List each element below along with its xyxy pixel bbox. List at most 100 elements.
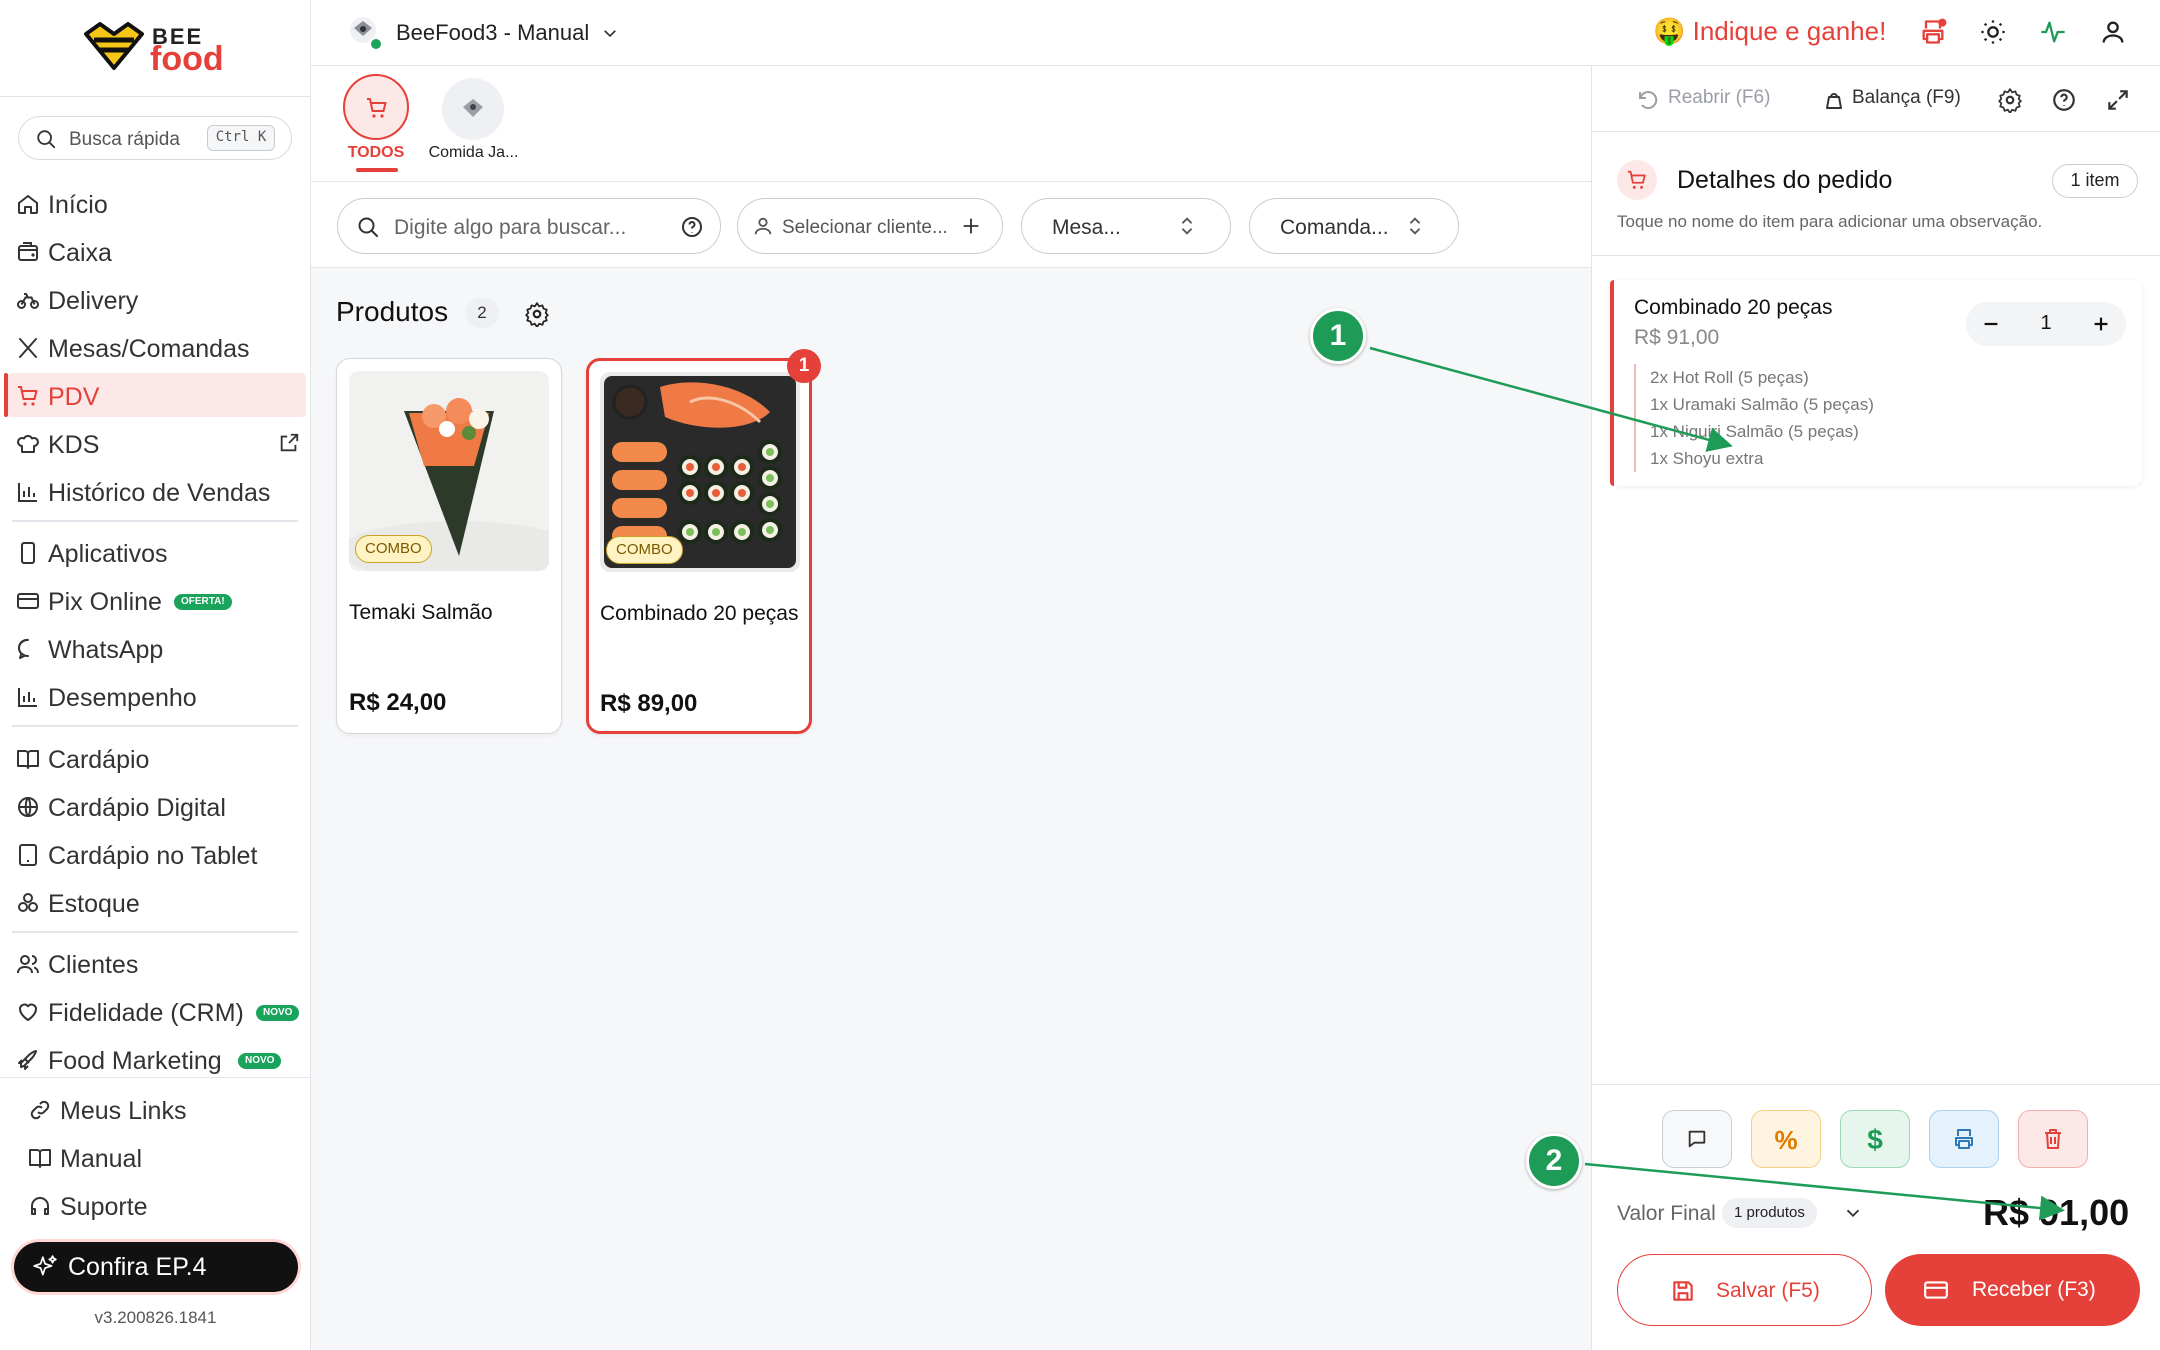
scale-button[interactable]: Balança (F9) bbox=[1852, 87, 1961, 109]
promo-button[interactable]: Confira EP.4 bbox=[14, 1242, 298, 1292]
printer-icon bbox=[1922, 18, 1947, 44]
sushi-logo-icon bbox=[350, 17, 383, 50]
nav-item-whatsapp[interactable]: WhatsApp bbox=[8, 626, 306, 670]
print-button[interactable] bbox=[1929, 1110, 1999, 1168]
plus-icon[interactable] bbox=[960, 215, 982, 237]
store-selector[interactable]: BeeFood3 - Manual bbox=[396, 20, 589, 46]
order-cart-badge bbox=[1617, 160, 1657, 200]
product-search-input[interactable]: Digite algo para buscar... bbox=[337, 198, 721, 254]
nav-label: Aplicativos bbox=[48, 540, 168, 568]
annotation-marker: 1 bbox=[1310, 308, 1366, 364]
nav-item-historico-vendas[interactable]: Histórico de Vendas bbox=[8, 469, 306, 513]
gear-icon[interactable] bbox=[1997, 87, 2023, 113]
user-icon bbox=[754, 217, 772, 235]
nav-item-cardapio[interactable]: Cardápio bbox=[8, 736, 306, 780]
cash-register-icon bbox=[18, 242, 38, 261]
order-item-name[interactable]: Combinado 20 peças bbox=[1634, 296, 1832, 320]
surcharge-button[interactable]: $ bbox=[1840, 1110, 1910, 1168]
product-count-pill: 1 produtos bbox=[1722, 1198, 1817, 1228]
order-item[interactable]: Combinado 20 peças R$ 91,00 2x Hot Roll … bbox=[1610, 280, 2142, 486]
nav-item-suporte[interactable]: Suporte bbox=[20, 1183, 318, 1227]
card-icon bbox=[17, 593, 39, 609]
client-select[interactable]: Selecionar cliente... bbox=[737, 198, 1003, 254]
users-icon bbox=[17, 955, 39, 974]
tab-placeholder: Comanda... bbox=[1280, 216, 1389, 239]
nav-item-aplicativos[interactable]: Aplicativos bbox=[8, 530, 306, 574]
nav-label: Clientes bbox=[48, 951, 139, 979]
product-card-selected[interactable]: COMBO Combinado 20 peças R$ 89,00 bbox=[586, 358, 812, 734]
help-icon[interactable] bbox=[680, 215, 704, 239]
comment-icon bbox=[1688, 1130, 1706, 1148]
sparkles-icon bbox=[33, 1255, 57, 1276]
reopen-button[interactable]: Reabrir (F6) bbox=[1668, 87, 1770, 109]
user-icon bbox=[2102, 21, 2124, 43]
percent-icon: % bbox=[1774, 1125, 1798, 1155]
nav-item-manual[interactable]: Manual bbox=[20, 1135, 318, 1179]
tab-select[interactable]: Comanda... bbox=[1249, 198, 1459, 254]
nav-item-estoque[interactable]: Estoque bbox=[8, 880, 306, 924]
modifier: 1x Shoyu extra bbox=[1650, 449, 1764, 468]
divider bbox=[12, 931, 298, 933]
receive-button[interactable]: Receber (F3) bbox=[1885, 1254, 2140, 1326]
nav-item-desempenho[interactable]: Desempenho bbox=[8, 674, 306, 718]
nav-item-caixa[interactable]: Caixa bbox=[8, 229, 306, 273]
profile-button[interactable] bbox=[2099, 18, 2127, 46]
order-item-price: R$ 91,00 bbox=[1634, 326, 1720, 349]
nav-item-fidelidade[interactable]: Fidelidade (CRM) NOVO bbox=[8, 989, 306, 1033]
store-logo[interactable] bbox=[347, 14, 383, 50]
help-icon[interactable] bbox=[2051, 87, 2077, 113]
nav-label: Histórico de Vendas bbox=[48, 479, 271, 507]
category-all-button[interactable] bbox=[343, 74, 409, 140]
annotation-marker: 2 bbox=[1526, 1133, 1582, 1189]
scale-icon bbox=[1826, 93, 1842, 109]
nav-item-mesas-comandas[interactable]: Mesas/Comandas bbox=[8, 325, 306, 369]
product-card[interactable]: COMBO Temaki Salmão R$ 24,00 bbox=[336, 358, 562, 734]
nav-item-pdv[interactable]: PDV bbox=[4, 373, 306, 417]
chevron-down-icon[interactable] bbox=[601, 24, 619, 42]
nav-item-inicio[interactable]: Início bbox=[8, 181, 306, 225]
nav-item-delivery[interactable]: Delivery bbox=[8, 277, 306, 321]
plus-icon[interactable] bbox=[2090, 313, 2112, 335]
nav-item-cardapio-tablet[interactable]: Cardápio no Tablet bbox=[8, 832, 306, 876]
order-panel: Reabrir (F6) Balança (F9) Detalhes do pe… bbox=[1591, 66, 2160, 1350]
discount-button[interactable]: % bbox=[1751, 1110, 1821, 1168]
nav-item-meus-links[interactable]: Meus Links bbox=[20, 1087, 318, 1131]
boxes-icon bbox=[18, 893, 38, 912]
nav-item-clientes[interactable]: Clientes bbox=[8, 941, 306, 985]
panel-toolbar: Reabrir (F6) Balança (F9) bbox=[1592, 66, 2160, 132]
minus-icon[interactable] bbox=[1980, 313, 2002, 335]
product-price: R$ 24,00 bbox=[349, 689, 447, 716]
save-button[interactable]: Salvar (F5) bbox=[1617, 1254, 1872, 1326]
nav-label: WhatsApp bbox=[48, 636, 164, 664]
gear-icon[interactable] bbox=[524, 301, 550, 327]
receive-label: Receber (F3) bbox=[1972, 1278, 2096, 1301]
product-name: Temaki Salmão bbox=[349, 601, 493, 624]
note-button[interactable] bbox=[1662, 1110, 1732, 1168]
nav-item-cardapio-digital[interactable]: Cardápio Digital bbox=[8, 784, 306, 828]
beefood-logo[interactable]: BEE food bbox=[80, 18, 240, 78]
filter-bar: Digite algo para buscar... Selecionar cl… bbox=[311, 182, 1591, 268]
chef-hat-icon bbox=[17, 435, 39, 453]
globe-icon bbox=[18, 797, 38, 817]
status-button[interactable] bbox=[2039, 18, 2067, 46]
modifier: 2x Hot Roll (5 peças) bbox=[1650, 368, 1809, 387]
table-select[interactable]: Mesa... bbox=[1021, 198, 1231, 254]
nav-item-pix-online[interactable]: Pix Online OFERTA! bbox=[8, 578, 306, 622]
referral-link[interactable]: 🤑 Indique e ganhe! bbox=[1653, 16, 1886, 47]
category-comida-button[interactable] bbox=[442, 78, 504, 140]
theme-toggle[interactable] bbox=[1979, 18, 2007, 46]
printer-button[interactable] bbox=[1919, 18, 1947, 46]
chevron-down-icon[interactable] bbox=[1842, 1202, 1864, 1224]
nav-item-kds[interactable]: KDS bbox=[8, 421, 306, 465]
delete-button[interactable] bbox=[2018, 1110, 2088, 1168]
client-placeholder: Selecionar cliente... bbox=[782, 217, 948, 238]
quantity-stepper: 1 bbox=[1966, 302, 2126, 346]
product-name: Combinado 20 peças bbox=[600, 602, 799, 625]
quick-search-button[interactable]: Busca rápida Ctrl K bbox=[18, 116, 292, 160]
nav-label: Cardápio bbox=[48, 746, 150, 774]
order-item-accent bbox=[1610, 280, 1614, 486]
logo-text-food: food bbox=[150, 40, 224, 78]
nav-item-food-marketing[interactable]: Food Marketing NOVO bbox=[8, 1037, 306, 1081]
bee-logo-icon bbox=[84, 22, 144, 70]
expand-icon[interactable] bbox=[2105, 87, 2131, 113]
